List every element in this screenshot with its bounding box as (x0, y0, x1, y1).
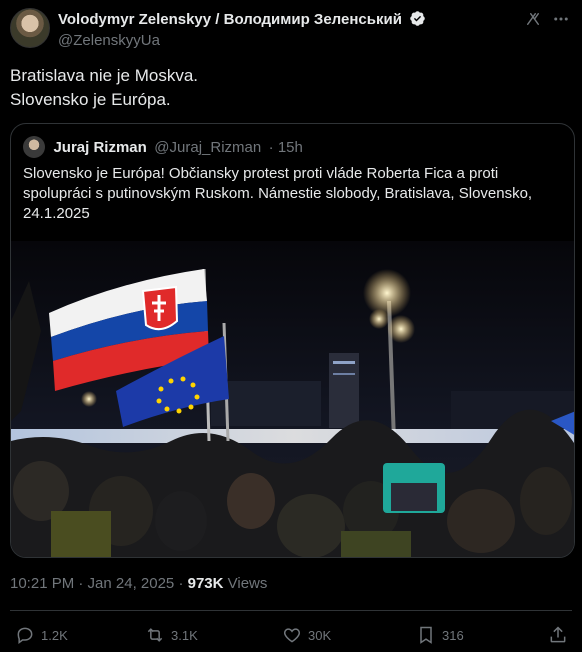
retweet-button[interactable]: 3.1K (145, 624, 198, 646)
reply-button[interactable]: 1.2K (15, 624, 68, 646)
heart-icon (283, 628, 301, 643)
quoted-time: · 15h (268, 138, 303, 156)
bookmark-icon (420, 626, 432, 644)
grok-icon[interactable] (524, 10, 542, 28)
divider (10, 610, 572, 611)
retweet-count: 3.1K (171, 627, 198, 643)
views-count: 973K (187, 575, 224, 592)
retweet-icon (147, 628, 163, 642)
tweet-line-1: Bratislava nie je Moskva. (10, 66, 199, 85)
author-display-name[interactable]: Volodymyr Zelenskyy / Володимир Зеленськ… (58, 11, 402, 28)
like-count: 30K (308, 627, 332, 643)
quoted-text: Slovensko je Európa! Občiansky protest p… (23, 165, 533, 222)
quoted-author-name: Juraj Rizman (53, 138, 147, 156)
like-button[interactable]: 30K (282, 624, 331, 646)
tweet-line-2: Slovensko je Európa. (10, 90, 171, 109)
verified-badge-icon (410, 11, 426, 26)
tweet-actions: 1.2K 3.1K 30K 316 (10, 622, 572, 648)
views-label: Views (223, 575, 268, 592)
share-button[interactable] (548, 624, 568, 646)
tweet-text: Bratislava nie je Moskva. Slovensko je E… (10, 64, 570, 112)
meta-separator: · (174, 575, 188, 592)
share-icon (550, 626, 566, 643)
tweet-meta: 10:21 PM · Jan 24, 2025 · 973K Views (10, 575, 267, 592)
reply-icon (17, 627, 33, 644)
quoted-author-handle: @Juraj_Rizman (154, 138, 262, 156)
author-names: Volodymyr Zelenskyy / Володимир Зеленськ… (58, 10, 426, 49)
more-options-icon[interactable] (552, 10, 570, 28)
bookmark-button[interactable]: 316 (416, 624, 464, 646)
bookmark-count: 316 (442, 627, 464, 643)
quoted-header: Juraj Rizman @Juraj_Rizman · 15h (23, 136, 303, 160)
reply-count: 1.2K (41, 627, 68, 643)
tweet-timestamp[interactable]: 10:21 PM · Jan 24, 2025 (10, 575, 174, 592)
tweet-header: Volodymyr Zelenskyy / Володимир Зеленськ… (10, 8, 572, 52)
author-avatar[interactable] (10, 8, 50, 48)
quoted-photo[interactable] (11, 241, 575, 558)
quoted-avatar (23, 136, 45, 158)
author-handle[interactable]: @ZelenskyyUa (58, 32, 426, 49)
quoted-tweet-card[interactable]: Juraj Rizman @Juraj_Rizman · 15h Slovens… (10, 123, 575, 558)
